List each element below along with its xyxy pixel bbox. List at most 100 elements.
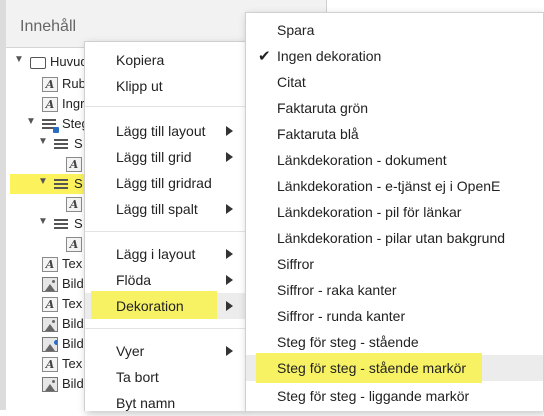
tree-item-label: S	[74, 136, 83, 151]
menu-item-label: Länkdekoration - e-tjänst ej i OpenE	[277, 178, 501, 194]
text-icon: A	[42, 297, 58, 312]
tree-item[interactable]: A Tex	[0, 294, 90, 314]
tree-item[interactable]: A Tex	[0, 254, 90, 274]
menu-item-label: Dekoration	[116, 298, 184, 314]
menu-item-place-in-layout[interactable]: Lägg i layout	[85, 241, 245, 267]
submenu-item-link-eservice[interactable]: Länkdekoration - e-tjänst ej i OpenE	[246, 173, 543, 199]
tree-item-label: Huvud	[50, 54, 88, 69]
menu-item-cut[interactable]: Klipp ut	[85, 73, 245, 99]
decoration-submenu: Spara ✔ Ingen dekoration Citat Faktaruta…	[245, 12, 544, 411]
checkmark-icon: ✔	[258, 48, 271, 65]
text-icon: A	[42, 77, 58, 92]
submenu-item-quote[interactable]: Citat	[246, 69, 543, 95]
tree-item-label: Bild	[62, 376, 84, 391]
text-icon: A	[66, 197, 82, 212]
menu-item-label: Vyer	[116, 343, 145, 359]
menu-item-label: Faktaruta blå	[277, 126, 359, 142]
submenu-item-numbers-square[interactable]: Siffror - raka kanter	[246, 277, 543, 303]
submenu-arrow-icon	[226, 126, 233, 136]
text-icon: A	[66, 157, 82, 172]
submenu-item-link-arrow[interactable]: Länkdekoration - pil för länkar	[246, 199, 543, 225]
menu-item-copy[interactable]: Kopiera	[85, 47, 245, 73]
tree-item[interactable]: Bild	[0, 314, 90, 334]
tree-item[interactable]: Bild	[0, 274, 90, 294]
expand-toggle-icon[interactable]: ▼	[26, 116, 36, 127]
submenu-item-numbers-round[interactable]: Siffror - runda kanter	[246, 303, 543, 329]
tree-item[interactable]: A Ingr	[0, 94, 90, 114]
submenu-item-link-arrows-nobg[interactable]: Länkdekoration - pilar utan bakgrund	[246, 225, 543, 251]
submenu-item-no-decoration[interactable]: ✔ Ingen dekoration	[246, 43, 543, 69]
panel-title: Innehåll	[20, 18, 77, 35]
tree-item[interactable]: Bild	[0, 374, 90, 394]
tree-item[interactable]: A	[0, 154, 90, 174]
tree-item[interactable]: ▼ Huvud	[0, 52, 90, 72]
menu-item-label: Spara	[277, 22, 315, 38]
menu-separator	[85, 328, 245, 329]
expand-toggle-icon[interactable]: ▼	[38, 136, 48, 147]
submenu-item-link-document[interactable]: Länkdekoration - dokument	[246, 147, 543, 173]
menu-item-label: Steg för steg - stående	[277, 334, 419, 350]
tree-item[interactable]: Bild	[0, 334, 90, 354]
submenu-item-steps-vertical-marker[interactable]: Steg för steg - stående markör	[246, 353, 543, 383]
tree-item-label: S	[74, 176, 83, 191]
rows-icon	[54, 219, 68, 229]
submenu-item-save[interactable]: Spara	[246, 17, 543, 43]
submenu-arrow-icon	[226, 249, 233, 259]
expand-toggle-icon[interactable]: ▼	[38, 216, 48, 227]
menu-item-label: Länkdekoration - pilar utan bakgrund	[277, 230, 506, 246]
menu-item-label: Lägg till layout	[116, 123, 206, 139]
menu-item-label: Lägg i layout	[116, 246, 196, 262]
tree-item[interactable]: A	[0, 234, 90, 254]
submenu-item-steps-horizontal-marker[interactable]: Steg för steg - liggande markör	[246, 383, 543, 409]
menu-item-views[interactable]: Vyer	[85, 338, 245, 364]
menu-item-label: Klipp ut	[116, 78, 163, 94]
image-icon	[42, 317, 58, 332]
menu-item-add-grid-row[interactable]: Lägg till gridrad	[85, 170, 245, 196]
menu-item-label: Länkdekoration - pil för länkar	[277, 204, 462, 220]
menu-item-label: Steg för steg - liggande markör	[277, 388, 470, 404]
tree-item[interactable]: A Rub	[0, 74, 90, 94]
submenu-item-factbox-blue[interactable]: Faktaruta blå	[246, 121, 543, 147]
tree-item[interactable]: ▼ Steg	[0, 114, 90, 134]
menu-separator	[85, 231, 245, 232]
expand-toggle-icon[interactable]: ▼	[38, 176, 48, 187]
menu-item-decoration[interactable]: Dekoration	[85, 291, 245, 319]
menu-item-label: Ingen dekoration	[277, 48, 382, 64]
menu-item-delete[interactable]: Ta bort	[85, 364, 245, 390]
menu-item-label: Siffror - runda kanter	[277, 308, 406, 324]
tree-item-selected[interactable]: ▼ S	[10, 174, 90, 194]
menu-item-flow[interactable]: Flöda	[85, 267, 245, 293]
image-icon	[42, 377, 58, 392]
tree-item[interactable]: ▼ S	[0, 134, 90, 154]
tree-item-label: Ingr	[62, 96, 85, 111]
tree-item-label: Tex	[62, 256, 83, 271]
tree-item-label: Bild	[62, 316, 84, 331]
expand-toggle-icon[interactable]: ▼	[14, 54, 24, 65]
menu-item-label: Lägg till spalt	[116, 201, 198, 217]
menu-item-label: Länkdekoration - dokument	[277, 152, 447, 168]
tree-item-label: S	[74, 216, 83, 231]
text-icon: A	[42, 357, 58, 372]
submenu-item-numbers[interactable]: Siffror	[246, 251, 543, 277]
tree-item-label: Tex	[62, 356, 83, 371]
menu-item-label: Siffror	[277, 256, 315, 272]
menu-item-label: Citat	[277, 74, 306, 90]
tree-item[interactable]: ▼ S	[0, 214, 90, 234]
tree-item-label: Tex	[62, 296, 83, 311]
submenu-arrow-icon	[226, 301, 233, 311]
menu-item-add-column[interactable]: Lägg till spalt	[85, 196, 245, 222]
tree-item[interactable]: A Tex	[0, 354, 90, 374]
tree-item-label: Bild	[62, 336, 84, 351]
submenu-item-factbox-green[interactable]: Faktaruta grön	[246, 95, 543, 121]
rows-icon	[54, 139, 68, 149]
menu-item-add-layout[interactable]: Lägg till layout	[85, 118, 245, 144]
menu-item-add-grid[interactable]: Lägg till grid	[85, 144, 245, 170]
menu-item-label: Lägg till gridrad	[116, 175, 212, 191]
text-icon: A	[42, 257, 58, 272]
submenu-item-steps-vertical[interactable]: Steg för steg - stående	[246, 329, 543, 355]
image-icon	[42, 277, 58, 292]
step-layout-icon	[42, 119, 59, 133]
tree-item[interactable]: A	[0, 194, 90, 214]
submenu-arrow-icon	[226, 346, 233, 356]
menu-item-rename[interactable]: Byt namn	[85, 390, 245, 416]
